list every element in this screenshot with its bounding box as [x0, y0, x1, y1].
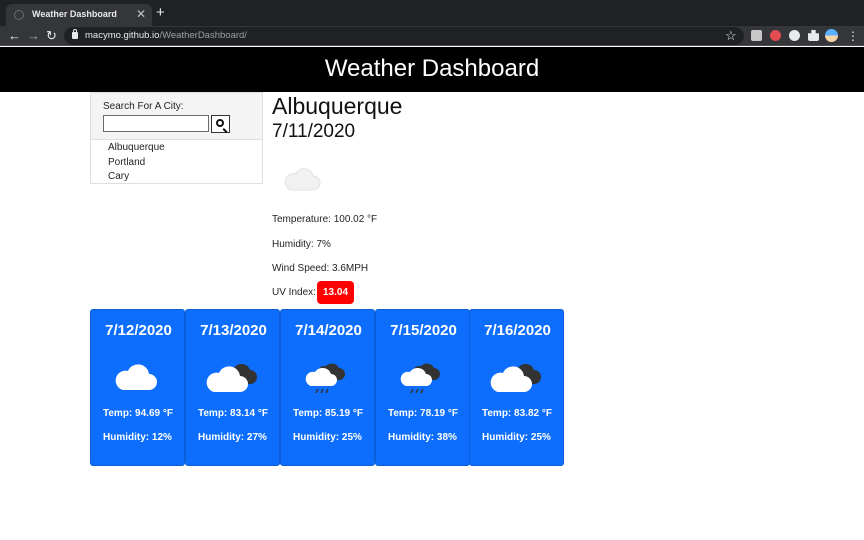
history-item-portland[interactable]: Portland	[108, 156, 165, 171]
rain-icon	[396, 358, 448, 403]
globe-icon	[14, 10, 24, 20]
page-title: Weather Dashboard	[324, 55, 540, 82]
current-wind-speed: Wind Speed: 3.6MPH	[272, 263, 369, 274]
extension-icon[interactable]	[770, 30, 781, 41]
search-label: Search For A City:	[103, 101, 184, 112]
cloud-icon	[283, 166, 321, 197]
broken-clouds-icon	[490, 358, 542, 403]
uv-index-badge: 13.04	[317, 281, 354, 304]
forecast-temp: Temp: 85.19 °F	[293, 408, 363, 419]
forecast-card: 7/14/2020 Temp: 85.19 °F Humidity: 25%	[280, 309, 375, 466]
forecast-temp: Temp: 83.14 °F	[198, 408, 268, 419]
back-button[interactable]: ←	[8, 27, 21, 45]
puzzle-extensions-icon[interactable]	[808, 30, 819, 41]
bookmark-star-icon[interactable]: ☆	[725, 27, 737, 45]
tab-title: Weather Dashboard	[32, 9, 117, 19]
current-temperature: Temperature: 100.02 °F	[272, 214, 378, 225]
lock-icon[interactable]	[72, 29, 78, 39]
new-tab-button[interactable]: +	[156, 4, 165, 22]
forecast-temp: Temp: 83.82 °F	[482, 408, 552, 419]
forecast-card: 7/12/2020 Temp: 94.69 °F Humidity: 12%	[90, 309, 185, 466]
forecast-card: 7/13/2020 Temp: 83.14 °F Humidity: 27%	[185, 309, 280, 466]
browser-menu-icon[interactable]: ⋮	[847, 27, 859, 45]
search-form: Search For A City:	[91, 93, 262, 140]
browser-tab[interactable]: Weather Dashboard ✕	[6, 4, 152, 26]
forecast-humidity: Humidity: 27%	[198, 432, 267, 443]
rain-icon	[301, 358, 353, 403]
history-item-cary[interactable]: Cary	[108, 170, 165, 185]
forecast-humidity: Humidity: 25%	[293, 432, 362, 443]
search-history-list: Albuquerque Portland Cary	[108, 141, 165, 185]
forecast-card: 7/15/2020 Temp: 78.19 °F Humidity: 38%	[375, 309, 470, 466]
forecast-date: 7/16/2020	[484, 322, 551, 339]
forecast-date: 7/12/2020	[105, 322, 172, 339]
url-text: macymo.github.io/WeatherDashboard/	[85, 30, 247, 41]
reload-button[interactable]: ↻	[46, 27, 57, 45]
uv-index-label: UV Index:	[272, 287, 316, 298]
forecast-date: 7/14/2020	[295, 322, 362, 339]
close-tab-icon[interactable]: ✕	[136, 7, 146, 21]
forecast-card: 7/16/2020 Temp: 83.82 °F Humidity: 25%	[469, 309, 564, 466]
search-panel: Search For A City: Albuquerque Portland …	[90, 92, 263, 184]
extension-icon[interactable]	[751, 30, 762, 41]
extension-icon[interactable]	[789, 30, 800, 41]
forecast-date: 7/15/2020	[390, 322, 457, 339]
forecast-humidity: Humidity: 12%	[103, 432, 172, 443]
current-city-name: Albuquerque	[272, 93, 403, 119]
search-icon	[216, 119, 224, 127]
browser-tab-bar: Weather Dashboard ✕ +	[0, 0, 864, 26]
city-search-input[interactable]	[103, 115, 209, 132]
forecast-temp: Temp: 94.69 °F	[103, 408, 173, 419]
forward-button[interactable]: →	[27, 27, 40, 45]
search-button[interactable]	[211, 115, 230, 133]
forecast-humidity: Humidity: 38%	[388, 432, 457, 443]
forecast-date: 7/13/2020	[200, 322, 267, 339]
address-bar[interactable]: macymo.github.io/WeatherDashboard/ ☆	[64, 27, 744, 45]
forecast-temp: Temp: 78.19 °F	[388, 408, 458, 419]
browser-toolbar: ← → ↻ macymo.github.io/WeatherDashboard/…	[0, 26, 864, 46]
current-date: 7/11/2020	[272, 121, 356, 142]
current-humidity: Humidity: 7%	[272, 239, 331, 250]
broken-clouds-icon	[206, 358, 258, 403]
page-header: Weather Dashboard	[0, 47, 864, 92]
forecast-humidity: Humidity: 25%	[482, 432, 551, 443]
history-item-albuquerque[interactable]: Albuquerque	[108, 141, 165, 156]
profile-avatar[interactable]	[825, 29, 838, 42]
cloud-icon	[111, 358, 163, 403]
